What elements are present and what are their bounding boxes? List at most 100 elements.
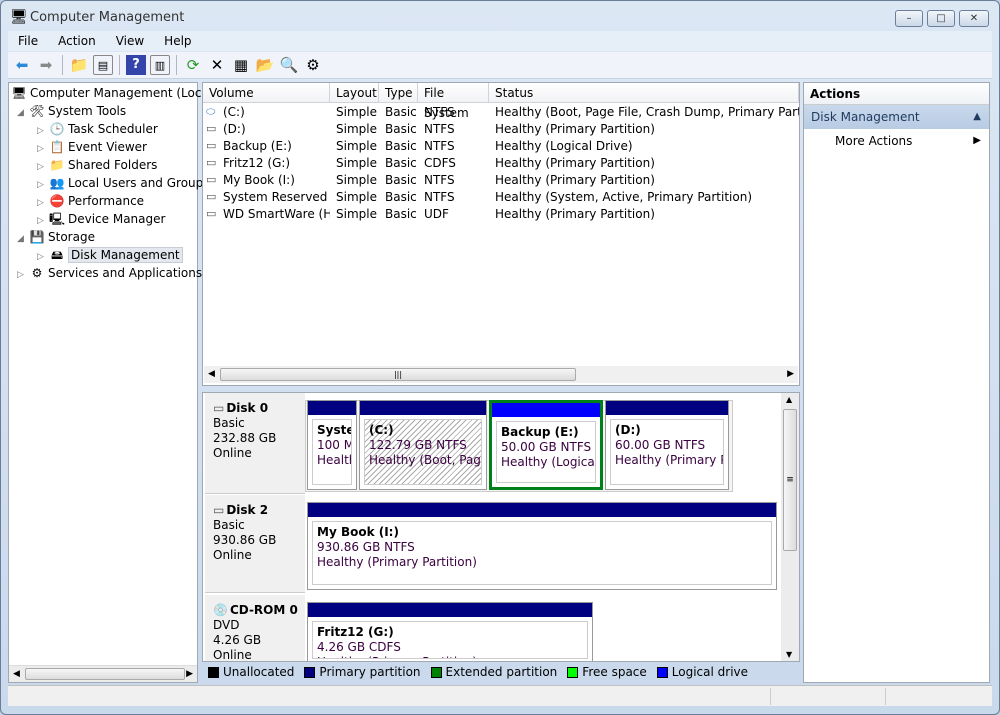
- actions-title: Actions: [804, 83, 989, 105]
- table-cell: Healthy (Primary Partition): [495, 207, 655, 221]
- tree-item[interactable]: ▷ 🖳 Device Manager: [37, 210, 165, 228]
- partition-status: Healthy (Boot, Page F: [369, 453, 481, 467]
- shared-folder-icon: 📁: [49, 158, 65, 172]
- disk-info[interactable]: ▭ Disk 0 Basic 232.88 GB Online: [205, 393, 305, 494]
- properties-icon[interactable]: ▦: [231, 55, 251, 75]
- disk-info[interactable]: ▭ Disk 2 Basic 930.86 GB Online: [205, 495, 305, 593]
- table-cell: System Reserved: [223, 190, 328, 204]
- minimize-button[interactable]: –: [895, 10, 923, 27]
- tree-item[interactable]: ▷ 👥 Local Users and Groups: [37, 174, 210, 192]
- show-hide-console-tree-icon[interactable]: ▤: [93, 55, 113, 75]
- table-row[interactable]: Backup (E:) Simple Basic NTFS Healthy (Logic…: [203, 138, 799, 155]
- table-row[interactable]: (C:) Simple Basic NTFS Healthy (Boot, Page F…: [203, 104, 799, 121]
- open-icon[interactable]: 📂: [255, 55, 275, 75]
- partition[interactable]: (C:)122.79 GB NTFSHealthy (Boot, Page F: [359, 400, 487, 490]
- table-row[interactable]: My Book (I:) Simple Basic NTFS Healthy (Prim…: [203, 172, 799, 189]
- menu-view[interactable]: View: [106, 31, 154, 51]
- disk-size: 930.86 GB: [213, 533, 277, 547]
- partition[interactable]: Backup (E:) 50.00 GB NTFS Healthy (Logical…: [489, 400, 603, 490]
- partition-body: Backup (E:) 50.00 GB NTFS Healthy (Logical…: [496, 421, 596, 483]
- table-row[interactable]: WD SmartWare (H:) Simple Basic UDF Healthy (…: [203, 206, 799, 223]
- column-header[interactable]: File System: [418, 83, 489, 120]
- console-tree: 🖥 Computer Management (Local ◢ 🛠 System Tool…: [8, 82, 212, 683]
- refresh-icon[interactable]: ⟳: [183, 55, 203, 75]
- tree-item[interactable]: ▷ ⚙ Services and Applications: [17, 264, 202, 282]
- table-cell: Basic: [385, 190, 417, 204]
- table-cell: NTFS: [424, 139, 455, 153]
- disk-icon: ▭: [213, 401, 225, 415]
- tree-item-label: Local Users and Groups: [68, 176, 210, 190]
- menu-file[interactable]: File: [8, 31, 48, 51]
- disk-state: Online: [213, 446, 252, 460]
- disk-name: ▭ Disk 0: [213, 401, 305, 416]
- expanded-arrow-icon[interactable]: ◢: [17, 104, 29, 122]
- column-header[interactable]: Volume: [203, 83, 330, 103]
- tree-item-label: Computer Management (Local: [30, 86, 213, 100]
- tree-item[interactable]: ◢ 🛠 System Tools: [17, 102, 126, 120]
- column-header[interactable]: Type: [379, 83, 418, 103]
- legend-label: Extended partition: [445, 665, 558, 679]
- legend-label: Free space: [582, 665, 647, 679]
- column-header[interactable]: Status: [489, 83, 799, 103]
- table-cell: Fritz12 (G:): [223, 156, 291, 170]
- menu-help[interactable]: Help: [154, 31, 201, 51]
- column-header[interactable]: Layout: [330, 83, 379, 103]
- partition[interactable]: My Book (I:) 930.86 GB NTFS Healthy (Prima…: [307, 502, 777, 590]
- actions-section-disk-management[interactable]: Disk Management ▲: [804, 105, 989, 129]
- disk-type: DVD: [213, 618, 240, 632]
- disk-name-label: Disk 2: [226, 503, 269, 517]
- clock-icon: 🕒: [49, 122, 65, 136]
- collapsed-arrow-icon[interactable]: ▷: [17, 266, 29, 284]
- tree-item[interactable]: ▷ ⛔ Performance: [37, 192, 144, 210]
- action-more-actions[interactable]: More Actions ▶: [804, 129, 989, 153]
- tree-horizontal-scrollbar[interactable]: ◀ ▶: [9, 665, 197, 682]
- disk-info[interactable]: 💿 CD-ROM 0 DVD 4.26 GB Online: [205, 595, 305, 661]
- partition-status: Healthy (Primary Partition): [317, 555, 477, 569]
- tree-item[interactable]: ▷ 📋 Event Viewer: [37, 138, 147, 156]
- close-button[interactable]: ✕: [959, 10, 989, 27]
- show-hide-action-pane-icon[interactable]: ▥: [150, 55, 170, 75]
- table-cell: Simple: [336, 122, 377, 136]
- tree-item[interactable]: ▷ 🖴 Disk Management: [37, 246, 183, 264]
- storage-icon: 💾: [29, 230, 45, 244]
- tree-item-label: Shared Folders: [68, 158, 158, 172]
- table-cell: Healthy (Primary Partition): [495, 122, 655, 136]
- partition-type-bar: [308, 603, 592, 617]
- settings-icon[interactable]: ⚙: [303, 55, 323, 75]
- partition[interactable]: (D:)60.00 GB NTFSHealthy (Primary Par: [605, 400, 729, 490]
- table-row[interactable]: (D:) Simple Basic NTFS Healthy (Primary Part…: [203, 121, 799, 138]
- menu-action[interactable]: Action: [48, 31, 106, 51]
- tree-item[interactable]: ◢ 💾 Storage: [17, 228, 95, 246]
- disk-size: 4.26 GB: [213, 633, 262, 647]
- search-icon[interactable]: 🔍: [279, 55, 299, 75]
- legend-swatch: [430, 666, 442, 678]
- partition[interactable]: Fritz12 (G:)4.26 GB CDFSHealthy (Primary…: [307, 602, 593, 661]
- legend-label: Primary partition: [319, 665, 421, 679]
- tree-item-label: Device Manager: [68, 212, 166, 226]
- menu-bar: File Action View Help: [8, 31, 992, 51]
- disk-type: Basic: [213, 518, 245, 532]
- tree-item[interactable]: ▷ 🕒 Task Scheduler: [37, 120, 158, 138]
- partition-size: 4.26 GB CDFS: [317, 640, 401, 654]
- tree-item[interactable]: ▷ 📁 Shared Folders: [37, 156, 157, 174]
- table-row[interactable]: System Reserved Simple Basic NTFS Healthy (S…: [203, 189, 799, 206]
- partition-type-bar: [308, 401, 356, 415]
- partition-status: Healthy (Logical D: [501, 455, 596, 469]
- partition-name: Backup (E:): [501, 425, 579, 439]
- up-folder-icon[interactable]: 📁: [69, 55, 89, 75]
- volume-list-horizontal-scrollbar[interactable]: ◀ ||| ▶: [204, 366, 798, 383]
- submenu-arrow-icon: ▶: [973, 135, 981, 146]
- partition-size: 930.86 GB NTFS: [317, 540, 415, 554]
- back-icon[interactable]: ⬅: [12, 55, 32, 75]
- maximize-button[interactable]: □: [927, 10, 955, 27]
- partition-body: (C:)122.79 GB NTFSHealthy (Boot, Page F: [364, 419, 482, 485]
- disk-view-vertical-scrollbar[interactable]: ▲ ≡ ▼: [781, 393, 799, 661]
- partition[interactable]: Systen100 MBHealth: [307, 400, 357, 490]
- forward-icon[interactable]: ➡: [36, 55, 56, 75]
- table-cell: NTFS: [424, 190, 455, 204]
- expanded-arrow-icon[interactable]: ◢: [17, 230, 29, 248]
- delete-icon[interactable]: ✕: [207, 55, 227, 75]
- table-row[interactable]: Fritz12 (G:) Simple Basic CDFS Healthy (Prim…: [203, 155, 799, 172]
- tree-item[interactable]: 🖥 Computer Management (Local: [11, 84, 212, 102]
- help-icon[interactable]: ?: [126, 55, 146, 75]
